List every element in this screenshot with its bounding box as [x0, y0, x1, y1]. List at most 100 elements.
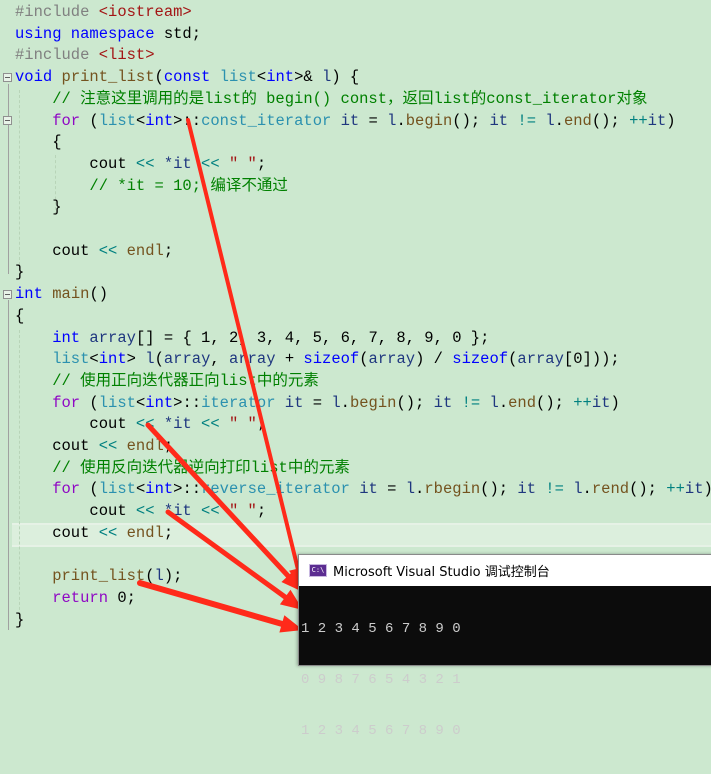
- code-token: void: [15, 68, 62, 86]
- code-line[interactable]: for (list<int>::reverse_iterator it = l.…: [15, 478, 711, 500]
- code-token: >::: [173, 480, 201, 498]
- code-token: " ": [229, 155, 257, 173]
- code-token: [] = { 1, 2, 3, 4, 5, 6, 7, 8, 9, 0 };: [136, 329, 489, 347]
- code-token: (: [89, 112, 98, 130]
- fold-toggle-for-loop[interactable]: [3, 116, 12, 125]
- code-token: // 注意这里调用的是list的 begin() const，返回list的co…: [15, 90, 647, 108]
- code-token: begin: [406, 112, 453, 130]
- code-line[interactable]: {: [15, 305, 24, 327]
- code-token: {: [15, 133, 62, 151]
- debug-console-window[interactable]: C:\ Microsoft Visual Studio 调试控制台 1 2 3 …: [298, 554, 711, 666]
- code-line[interactable]: {: [15, 131, 62, 153]
- code-token: it: [592, 394, 611, 412]
- code-token: .: [341, 394, 350, 412]
- console-app-icon: C:\: [309, 564, 327, 577]
- code-token: .: [555, 112, 564, 130]
- code-token: endl: [127, 524, 164, 542]
- code-token: array: [164, 350, 211, 368]
- code-token: const: [164, 68, 220, 86]
- code-token: =: [303, 394, 331, 412]
- code-line[interactable]: }: [15, 609, 24, 631]
- code-token: =: [378, 480, 406, 498]
- code-token: l: [406, 480, 415, 498]
- code-line[interactable]: #include <list>: [15, 44, 155, 66]
- code-token: <<: [201, 502, 229, 520]
- code-token: ): [610, 394, 619, 412]
- code-token: ): [704, 480, 711, 498]
- code-line[interactable]: for (list<int>::const_iterator it = l.be…: [15, 110, 676, 132]
- code-token: ++: [573, 394, 592, 412]
- code-token: }: [15, 263, 24, 281]
- code-line[interactable]: // 使用正向迭代器正向list中的元素: [15, 370, 319, 392]
- code-token: (: [508, 350, 517, 368]
- code-line[interactable]: return 0;: [15, 587, 136, 609]
- code-token: (: [155, 68, 164, 86]
- code-line[interactable]: list<int> l(array, array + sizeof(array)…: [15, 348, 620, 370]
- code-line[interactable]: }: [15, 196, 62, 218]
- code-token: it: [648, 112, 667, 130]
- code-token: (: [89, 394, 98, 412]
- fold-gutter-line: [8, 300, 9, 630]
- code-line[interactable]: // *it = 10; 编译不通过: [15, 175, 288, 197]
- code-line[interactable]: int main(): [15, 283, 108, 305]
- code-line[interactable]: cout << endl;: [15, 435, 173, 457]
- code-line[interactable]: cout << endl;: [15, 522, 173, 544]
- code-token: list: [99, 394, 136, 412]
- code-token: l: [490, 394, 499, 412]
- code-line[interactable]: // 使用反向迭代器逆向打印list中的元素: [15, 457, 350, 479]
- code-token: int: [99, 350, 127, 368]
- code-token: (: [359, 350, 368, 368]
- fold-toggle-print-list[interactable]: [3, 73, 12, 82]
- code-line[interactable]: }: [15, 261, 24, 283]
- code-token: <iostream>: [99, 3, 192, 21]
- code-token: list: [99, 480, 136, 498]
- console-output: 1 2 3 4 5 6 7 8 9 0 0 9 8 7 6 5 4 3 2 1 …: [299, 586, 711, 774]
- code-token: l: [545, 112, 554, 130]
- code-line[interactable]: cout << *it << " ";: [15, 153, 266, 175]
- code-token: <<: [136, 415, 164, 433]
- code-token: cout: [15, 502, 136, 520]
- code-line[interactable]: cout << *it << " ";: [15, 500, 266, 522]
- code-line[interactable]: #include <iostream>: [15, 1, 192, 23]
- code-token: .: [396, 112, 405, 130]
- code-token: *it: [164, 155, 201, 173]
- code-token: using namespace: [15, 25, 164, 43]
- code-token: begin: [350, 394, 397, 412]
- code-token: (): [89, 285, 108, 303]
- code-token: l: [573, 480, 582, 498]
- code-token: rend: [592, 480, 629, 498]
- code-token: <<: [136, 155, 164, 173]
- code-token: int: [145, 480, 173, 498]
- code-token: #include: [15, 46, 99, 64]
- code-line[interactable]: print_list(l);: [15, 565, 182, 587]
- console-title-bar[interactable]: C:\ Microsoft Visual Studio 调试控制台: [299, 555, 711, 586]
- fold-gutter-line: [8, 84, 9, 274]
- code-line[interactable]: void print_list(const list<int>& l) {: [15, 66, 359, 88]
- code-token: // 使用正向迭代器正向list中的元素: [15, 372, 319, 390]
- code-token: >: [127, 350, 146, 368]
- code-token: (: [89, 480, 98, 498]
- code-token: print_list: [15, 567, 145, 585]
- code-line[interactable]: cout << endl;: [15, 240, 173, 262]
- fold-toggle-main[interactable]: [3, 290, 12, 299]
- code-token: [0]));: [564, 350, 620, 368]
- code-line[interactable]: int array[] = { 1, 2, 3, 4, 5, 6, 7, 8, …: [15, 327, 489, 349]
- code-token: int: [145, 112, 173, 130]
- code-token: ++: [666, 480, 685, 498]
- code-token: *it: [164, 502, 201, 520]
- code-token: it: [685, 480, 704, 498]
- code-line[interactable]: for (list<int>::iterator it = l.begin();…: [15, 392, 620, 414]
- code-token: // *it = 10; 编译不通过: [15, 177, 288, 195]
- code-token: cout: [15, 155, 136, 173]
- code-token: sizeof: [303, 350, 359, 368]
- code-line[interactable]: using namespace std;: [15, 23, 201, 45]
- code-line[interactable]: // 注意这里调用的是list的 begin() const，返回list的co…: [15, 88, 647, 110]
- code-token: <: [136, 112, 145, 130]
- code-token: ) {: [331, 68, 359, 86]
- code-token: cout: [15, 242, 99, 260]
- code-token: sizeof: [452, 350, 508, 368]
- code-token: ) /: [415, 350, 452, 368]
- code-token: <: [257, 68, 266, 86]
- code-line[interactable]: cout << *it << " ";: [15, 413, 266, 435]
- code-token: ();: [480, 480, 517, 498]
